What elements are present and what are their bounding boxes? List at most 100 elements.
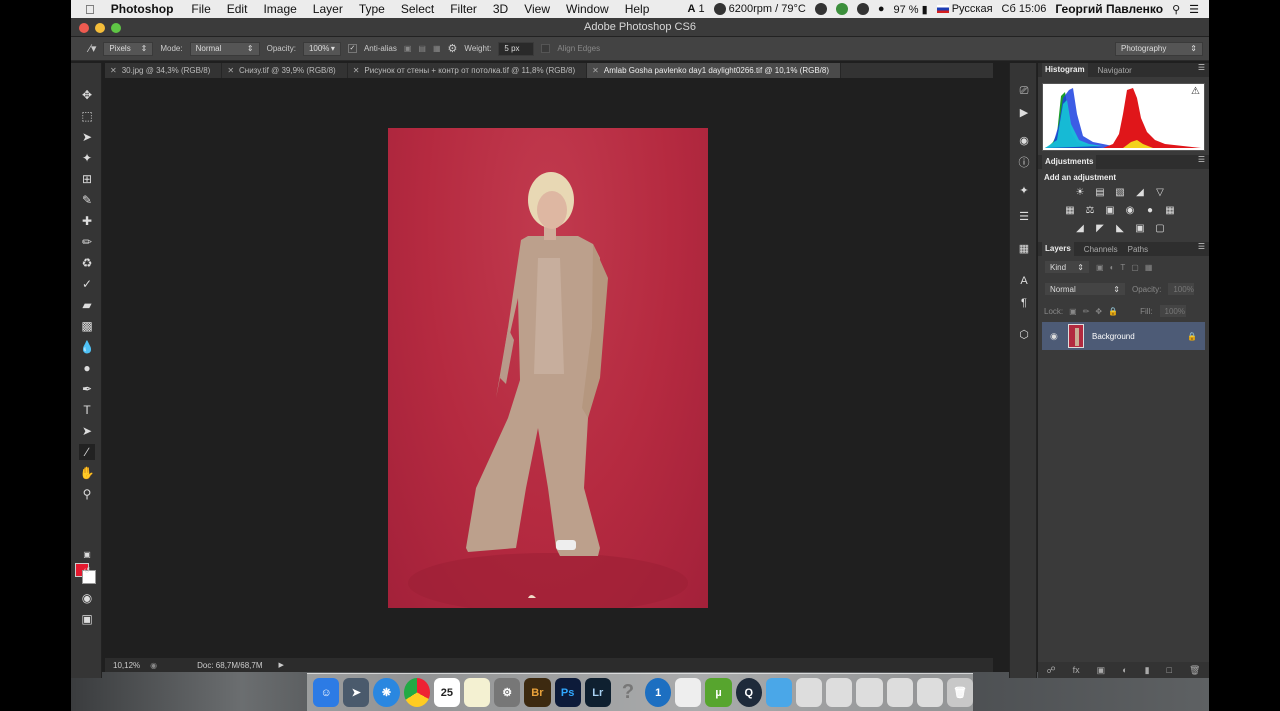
- onepassword-icon[interactable]: 1: [645, 678, 672, 707]
- lightroom-icon[interactable]: Lr: [584, 678, 611, 707]
- path-arrangement-icon[interactable]: ▦: [433, 44, 441, 53]
- dodge-tool-icon[interactable]: ●: [79, 360, 95, 376]
- levels-icon[interactable]: ▤: [1094, 187, 1106, 199]
- new-layer-icon[interactable]: □: [1167, 665, 1172, 675]
- panel-menu-icon[interactable]: ☰: [1198, 242, 1205, 251]
- eyedropper-tool-icon[interactable]: ✎: [79, 192, 95, 208]
- wifi-icon[interactable]: ●: [878, 3, 885, 15]
- layer-name[interactable]: Background: [1092, 332, 1135, 341]
- character-panel-icon[interactable]: A: [1016, 273, 1032, 289]
- antialias-checkbox[interactable]: ✓: [347, 44, 357, 53]
- history-panel-icon[interactable]: ⎚: [1016, 83, 1032, 99]
- tab-paths[interactable]: Paths: [1128, 245, 1148, 254]
- clone-source-icon[interactable]: ▦: [1016, 241, 1032, 257]
- close-tab-icon[interactable]: ✕: [110, 66, 117, 75]
- color-balance-icon[interactable]: ⚖: [1084, 205, 1096, 217]
- document-stack-icon[interactable]: [826, 678, 853, 707]
- align-edges-checkbox[interactable]: [541, 44, 551, 53]
- gear-icon[interactable]: ⚙: [448, 42, 458, 55]
- battery-status[interactable]: 97 % ▮: [894, 3, 928, 16]
- menu-edit[interactable]: Edit: [227, 2, 248, 16]
- document-size[interactable]: Doc: 68,7M/68,7M: [197, 661, 262, 670]
- finder-icon[interactable]: ☺: [313, 678, 340, 707]
- launchpad-icon[interactable]: ➤: [343, 678, 370, 707]
- menu-app[interactable]: Photoshop: [111, 2, 174, 16]
- menu-view[interactable]: View: [524, 2, 550, 16]
- marquee-tool-icon[interactable]: ⬚: [79, 108, 95, 124]
- line-tool-preset-icon[interactable]: ∕▾: [89, 42, 96, 55]
- healing-brush-tool-icon[interactable]: ✚: [79, 213, 95, 229]
- hand-tool-icon[interactable]: ✋: [79, 465, 95, 481]
- hue-saturation-icon[interactable]: ▦: [1064, 205, 1076, 217]
- document-image[interactable]: [388, 128, 708, 608]
- tab-adjustments[interactable]: Adjustments: [1042, 155, 1097, 169]
- menu-window[interactable]: Window: [566, 2, 609, 16]
- document-tab-active[interactable]: ✕ Amlab Gosha pavlenko day1 daylight0266.…: [587, 63, 841, 78]
- blur-tool-icon[interactable]: 💧: [79, 339, 95, 355]
- calendar-icon[interactable]: 25: [433, 678, 460, 707]
- apple-menu-icon[interactable]: : [85, 2, 95, 17]
- chrome-icon[interactable]: [403, 678, 430, 707]
- gradient-map-icon[interactable]: ▣: [1134, 223, 1146, 235]
- status-app-icon[interactable]: [814, 3, 827, 15]
- tab-layers[interactable]: Layers: [1042, 242, 1074, 256]
- path-selection-tool-icon[interactable]: ➤: [79, 423, 95, 439]
- adobe-status-item[interactable]: A 1: [687, 3, 704, 15]
- histogram-warning-icon[interactable]: ⚠: [1191, 86, 1200, 97]
- channel-mixer-icon[interactable]: ●: [1144, 205, 1156, 217]
- clone-stamp-tool-icon[interactable]: ♻: [79, 255, 95, 271]
- filter-shape-icon[interactable]: ▢: [1131, 263, 1139, 272]
- default-colors-icon[interactable]: ▣ ↺: [79, 547, 95, 575]
- lock-pixels-icon[interactable]: ✏: [1083, 307, 1090, 316]
- line-tool-icon[interactable]: ∕: [79, 444, 95, 460]
- photo-filter-icon[interactable]: ◉: [1124, 205, 1136, 217]
- quick-mask-icon[interactable]: ◉: [79, 590, 95, 606]
- selective-color-icon[interactable]: ▢: [1154, 223, 1166, 235]
- clock[interactable]: Сб 15:06: [1002, 3, 1047, 15]
- delete-layer-icon[interactable]: 🗑: [1189, 665, 1200, 676]
- zoom-level[interactable]: 10,12%: [113, 661, 140, 670]
- preview-icon[interactable]: [675, 678, 702, 707]
- document-stack-icon[interactable]: [916, 678, 943, 707]
- add-mask-icon[interactable]: ▣: [1097, 665, 1106, 676]
- document-stack-icon[interactable]: [886, 678, 913, 707]
- document-tab[interactable]: ✕ Снизу.tif @ 39,9% (RGB/8): [222, 63, 348, 78]
- crop-tool-icon[interactable]: ⊞: [79, 171, 95, 187]
- input-source[interactable]: Русская: [936, 3, 993, 15]
- magic-wand-tool-icon[interactable]: ✦: [79, 150, 95, 166]
- menu-file[interactable]: File: [191, 2, 210, 16]
- 3d-panel-icon[interactable]: ⬡: [1016, 327, 1032, 343]
- tab-navigator[interactable]: Navigator: [1098, 66, 1132, 75]
- menu-type[interactable]: Type: [359, 2, 385, 16]
- history-brush-tool-icon[interactable]: ✓: [79, 276, 95, 292]
- layer-blend-mode[interactable]: Normal ⇕: [1044, 282, 1126, 296]
- quicktime-icon[interactable]: Q: [735, 678, 762, 707]
- path-alignment-icon[interactable]: ▤: [418, 44, 426, 53]
- invert-icon[interactable]: ◢: [1074, 223, 1086, 235]
- opacity-field[interactable]: 100% ▾: [302, 41, 341, 56]
- system-preferences-icon[interactable]: ⚙: [494, 678, 521, 707]
- menu-help[interactable]: Help: [625, 2, 650, 16]
- document-tab[interactable]: ✕ 30.jpg @ 34,3% (RGB/8): [105, 63, 223, 78]
- help-icon[interactable]: ?: [615, 678, 641, 707]
- menu-3d[interactable]: 3D: [493, 2, 508, 16]
- link-layers-icon[interactable]: ☍: [1047, 665, 1056, 676]
- document-stack-icon[interactable]: [856, 678, 883, 707]
- layer-opacity-field[interactable]: 100%: [1167, 282, 1196, 296]
- close-tab-icon[interactable]: ✕: [353, 66, 360, 75]
- zoom-tool-icon[interactable]: ⚲: [79, 486, 95, 502]
- filter-smart-icon[interactable]: ▦: [1145, 263, 1153, 272]
- utorrent-icon[interactable]: µ: [705, 678, 732, 707]
- color-panel-icon[interactable]: ◉: [1016, 133, 1032, 149]
- trash-icon[interactable]: 🗑: [946, 678, 974, 707]
- tab-histogram[interactable]: Histogram: [1042, 63, 1088, 77]
- blend-mode-select[interactable]: Normal ⇕: [189, 41, 260, 56]
- filter-adjustment-icon[interactable]: ◐: [1110, 263, 1115, 272]
- brush-tool-icon[interactable]: ✏: [79, 234, 95, 250]
- menu-select[interactable]: Select: [401, 2, 434, 16]
- type-tool-icon[interactable]: T: [79, 402, 95, 418]
- paragraph-panel-icon[interactable]: ¶: [1016, 295, 1032, 311]
- share-icon[interactable]: ◉: [150, 661, 157, 670]
- evernote-icon[interactable]: [835, 3, 848, 15]
- document-stack-icon[interactable]: [796, 678, 823, 707]
